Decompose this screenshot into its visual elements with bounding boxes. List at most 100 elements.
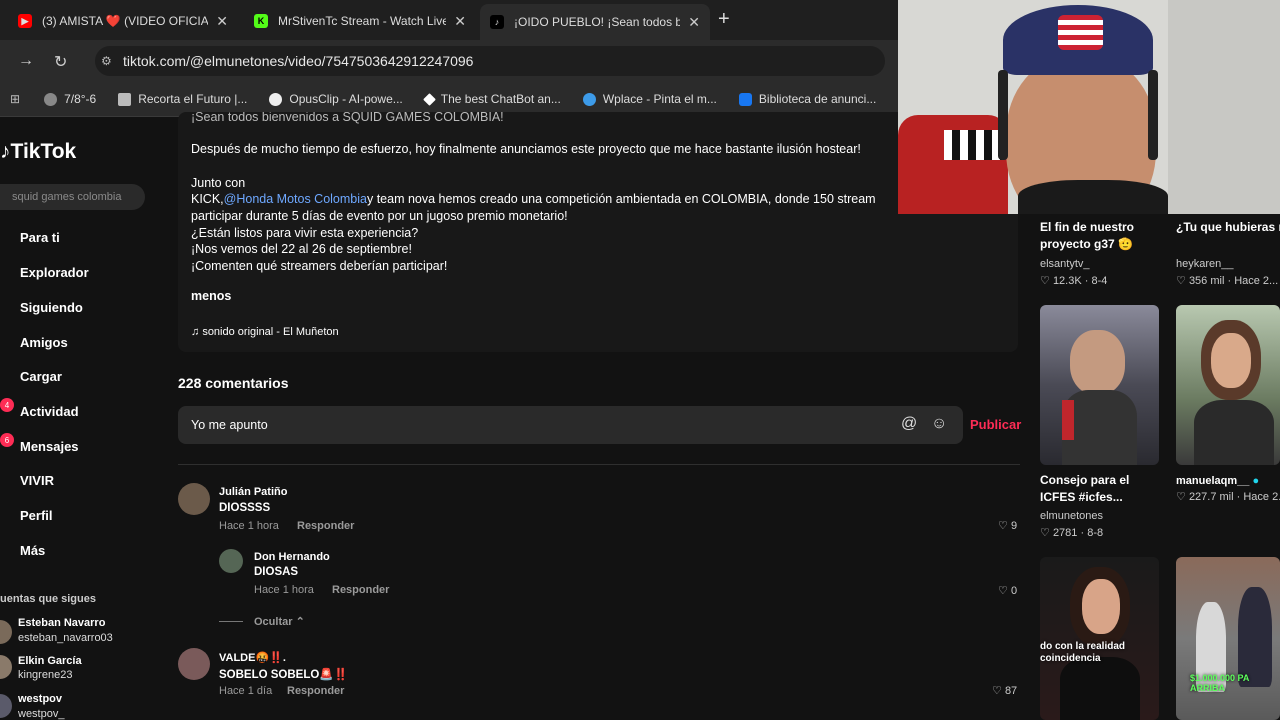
video-thumbnail[interactable]: $1.000.000 PA ARRIBA: [1176, 557, 1280, 720]
close-tab-icon[interactable]: ✕: [688, 14, 700, 31]
video-description: ¡Sean todos bienvenidos a SQUID GAMES CO…: [178, 112, 1018, 352]
nav-amigos[interactable]: Amigos: [20, 335, 68, 350]
avatar[interactable]: [219, 549, 243, 573]
search-text: squid games colombia: [12, 191, 122, 203]
video-stats: ♡ 227.7 mil · Hace 2...: [1176, 490, 1280, 503]
nav-explorador[interactable]: Explorador: [20, 265, 89, 280]
description-line: ¡Nos vemos del 22 al 26 de septiembre!: [191, 242, 412, 256]
mention-link[interactable]: @Honda Motos Colombia: [224, 192, 367, 206]
bookmark-item[interactable]: Recorta el Futuro |...: [118, 92, 247, 106]
bookmark-item[interactable]: OpusClip - AI-powe...: [269, 92, 403, 106]
tiktok-logo[interactable]: ♪TikTok: [0, 140, 76, 164]
url-text: tiktok.com/@elmunetones/video/7547503642…: [123, 53, 474, 69]
show-less-button[interactable]: menos: [191, 289, 231, 303]
site-info-icon[interactable]: ⚙: [101, 54, 112, 68]
reply-button[interactable]: Responder: [332, 584, 389, 596]
reload-icon[interactable]: ↻: [54, 52, 67, 72]
comment-author[interactable]: Don Hernando: [254, 551, 330, 563]
browser-tab-active[interactable]: ♪ ¡OIDO PUEBLO! ¡Sean todos bie ✕: [480, 4, 710, 40]
hide-replies-button[interactable]: Ocultar ⌃: [254, 615, 305, 628]
video-author[interactable]: heykaren__: [1176, 258, 1234, 270]
close-tab-icon[interactable]: ✕: [216, 13, 228, 30]
video-title[interactable]: El fin de nuestro proyecto g37 🫡: [1040, 219, 1165, 253]
description-line: participar durante 5 días de evento por …: [191, 209, 568, 223]
new-tab-icon[interactable]: +: [718, 8, 730, 31]
comment-author[interactable]: Julián Patiño: [219, 486, 287, 498]
thumbnail-caption: $1.000.000 PA ARRIBA: [1190, 673, 1250, 693]
publish-button[interactable]: Publicar: [970, 417, 1021, 432]
video-author[interactable]: elmunetones: [1040, 510, 1103, 522]
following-name[interactable]: Elkin García: [18, 655, 82, 667]
browser-tab[interactable]: K MrStivenTc Stream - Watch Live ✕: [244, 6, 476, 36]
video-title[interactable]: ¿Tu que hubieras respondido? 😅😂: [1176, 219, 1280, 236]
apps-grid-icon[interactable]: ⊞: [10, 92, 20, 106]
avatar[interactable]: [178, 648, 210, 680]
chatbot-icon: [422, 92, 436, 106]
reply-button[interactable]: Responder: [287, 685, 344, 697]
microphone-icon: [1062, 400, 1074, 440]
tab-title: ¡OIDO PUEBLO! ¡Sean todos bie: [514, 15, 681, 29]
description-line: ¿Están listos para vivir esta experienci…: [191, 226, 419, 240]
wall-panel: [1168, 0, 1280, 214]
avatar[interactable]: [0, 655, 12, 679]
video-author[interactable]: elsantytv_: [1040, 258, 1090, 270]
video-thumbnail[interactable]: do con la realidad coincidencia: [1040, 557, 1159, 720]
divider: [178, 464, 1020, 465]
bookmark-item[interactable]: Wplace - Pinta el m...: [582, 92, 717, 106]
heart-icon: ♡: [992, 685, 1002, 697]
mention-icon[interactable]: @: [901, 415, 917, 433]
music-note-icon: ♫: [191, 326, 203, 338]
person-figure: [1238, 587, 1272, 687]
nav-vivir[interactable]: VIVIR: [20, 473, 54, 488]
like-count: 2781: [1052, 527, 1078, 539]
nav-para-ti[interactable]: Para ti: [20, 230, 60, 245]
hide-label: Ocultar: [254, 616, 293, 628]
like-button[interactable]: ♡ 9: [998, 519, 1017, 532]
nav-mensajes[interactable]: Mensajes: [20, 439, 79, 454]
browser-tab[interactable]: ▶ (3) AMISTA ❤️ (VIDEO OFICIAL ✕: [8, 6, 238, 36]
video-thumbnail[interactable]: [1040, 305, 1159, 465]
search-input[interactable]: squid games colombia: [0, 184, 145, 210]
video-thumbnail[interactable]: [1176, 305, 1280, 465]
nav-perfil[interactable]: Perfil: [20, 508, 53, 523]
nav-actividad[interactable]: Actividad: [20, 404, 79, 419]
person-face: [1211, 333, 1251, 388]
like-count: 356 mil: [1188, 275, 1225, 287]
page-icon: [118, 92, 132, 106]
comment-time: Hace 1 hora: [254, 584, 314, 596]
sound-link[interactable]: ♫ sonido original - El Muñeton: [191, 326, 339, 338]
bookmark-item[interactable]: The best ChatBot an...: [422, 92, 561, 106]
avatar[interactable]: [0, 620, 12, 644]
webcam-overlay: [898, 0, 1280, 214]
video-author[interactable]: manuelaqm__ ●: [1176, 475, 1259, 487]
url-field[interactable]: ⚙ tiktok.com/@elmunetones/video/75475036…: [95, 46, 885, 76]
close-tab-icon[interactable]: ✕: [454, 13, 466, 30]
comment-author[interactable]: VALDE🤬‼️.: [219, 651, 286, 664]
nav-mas[interactable]: Más: [20, 543, 45, 558]
opusclip-icon: [269, 92, 283, 106]
person-body: [1060, 657, 1140, 720]
nav-siguiendo[interactable]: Siguiendo: [20, 300, 83, 315]
avatar[interactable]: [0, 694, 12, 718]
video-title[interactable]: Consejo para el ICFES #icfes...: [1040, 472, 1165, 506]
flag-patch-icon: [1058, 15, 1103, 50]
description-line: Junto con: [191, 176, 246, 190]
browser-tab-bar: ▶ (3) AMISTA ❤️ (VIDEO OFICIAL ✕ K MrSti…: [0, 0, 900, 40]
bookmark-label: The best ChatBot an...: [440, 92, 561, 106]
following-name[interactable]: westpov: [18, 693, 62, 705]
avatar[interactable]: [178, 483, 210, 515]
like-button[interactable]: ♡ 0: [998, 584, 1017, 597]
reply-button[interactable]: Responder: [297, 520, 354, 532]
bookmark-item[interactable]: 7/8°-6: [44, 92, 96, 106]
forward-icon[interactable]: →: [18, 52, 34, 70]
description-line: ¡Sean todos bienvenidos a SQUID GAMES CO…: [191, 112, 504, 124]
video-date: 8-4: [1091, 275, 1108, 287]
like-button[interactable]: ♡ 87: [992, 684, 1017, 697]
following-name[interactable]: Esteban Navarro: [18, 617, 105, 629]
nav-cargar[interactable]: Cargar: [20, 369, 62, 384]
following-handle: esteban_navarro03: [18, 632, 113, 644]
bookmark-item[interactable]: Biblioteca de anunci...: [738, 92, 876, 106]
comment-input[interactable]: Yo me apunto @ ☺: [178, 406, 963, 444]
wplace-icon: [582, 92, 596, 106]
emoji-icon[interactable]: ☺: [931, 415, 947, 433]
